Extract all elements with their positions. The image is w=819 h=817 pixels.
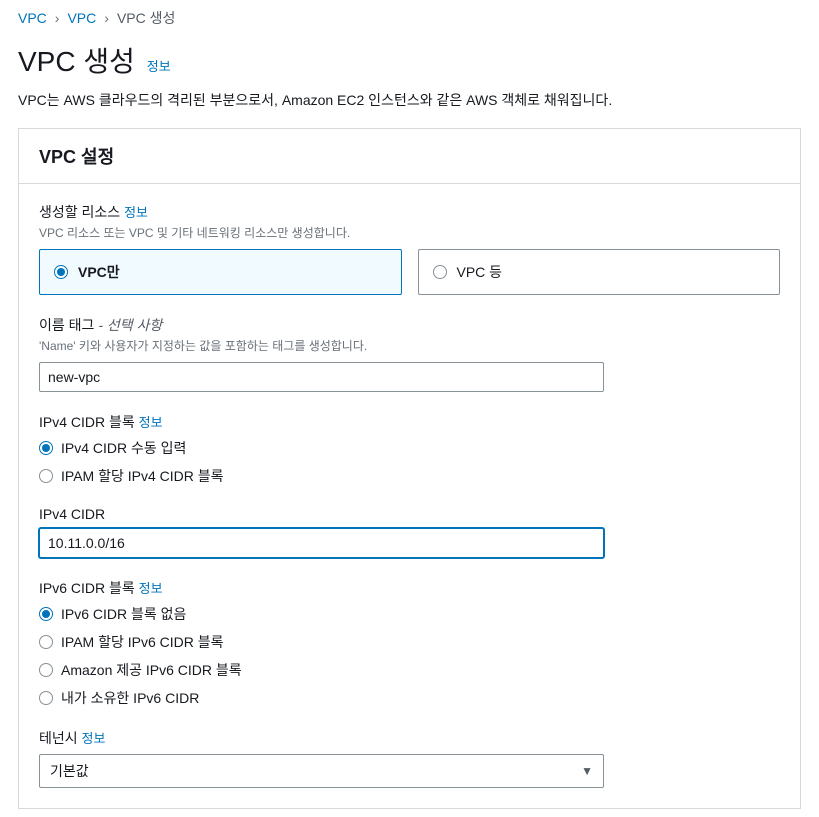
- tile-label: VPC만: [78, 262, 120, 282]
- ipv4-cidr-group: IPv4 CIDR: [39, 506, 780, 558]
- resources-group: 생성할 리소스 정보 VPC 리소스 또는 VPC 및 기타 네트워킹 리소스만…: [39, 202, 780, 295]
- resources-tile-group: VPC만 VPC 등: [39, 249, 780, 295]
- tile-label: VPC 등: [457, 262, 503, 282]
- name-tag-label: 이름 태그 - 선택 사항: [39, 315, 162, 335]
- radio-icon: [39, 663, 53, 677]
- tenancy-group: 테넌시 정보 기본값 ▼: [39, 728, 780, 788]
- radio-label: Amazon 제공 IPv6 CIDR 블록: [61, 660, 242, 680]
- radio-icon: [39, 441, 53, 455]
- breadcrumb-current: VPC 생성: [117, 8, 175, 28]
- radio-ipv6-ipam[interactable]: IPAM 할당 IPv6 CIDR 블록: [39, 632, 780, 652]
- tenancy-select[interactable]: 기본값 ▼: [39, 754, 604, 788]
- radio-icon: [39, 635, 53, 649]
- radio-label: 내가 소유한 IPv6 CIDR: [61, 688, 199, 708]
- ipv4-cidr-label: IPv4 CIDR: [39, 506, 105, 522]
- tile-vpc-only[interactable]: VPC만: [39, 249, 402, 295]
- radio-label: IPAM 할당 IPv6 CIDR 블록: [61, 632, 224, 652]
- page-description: VPC는 AWS 클라우드의 격리된 부분으로서, Amazon EC2 인스턴…: [18, 90, 801, 110]
- tenancy-info-link[interactable]: 정보: [82, 731, 106, 746]
- name-tag-label-text: 이름 태그: [39, 317, 98, 333]
- tenancy-label: 테넌시: [39, 728, 78, 748]
- ipv6-block-info-link[interactable]: 정보: [139, 581, 163, 596]
- radio-label: IPv6 CIDR 블록 없음: [61, 604, 186, 624]
- tenancy-value: 기본값: [50, 761, 89, 781]
- radio-ipv4-manual[interactable]: IPv4 CIDR 수동 입력: [39, 438, 780, 458]
- ipv4-block-label: IPv4 CIDR 블록: [39, 412, 135, 432]
- chevron-right-icon: ›: [104, 10, 109, 26]
- breadcrumb: VPC › VPC › VPC 생성: [18, 8, 801, 28]
- radio-label: IPAM 할당 IPv4 CIDR 블록: [61, 466, 224, 486]
- name-tag-hint: 'Name' 키와 사용자가 지정하는 값을 포함하는 태그를 생성합니다.: [39, 337, 780, 354]
- ipv4-cidr-input[interactable]: [39, 528, 604, 558]
- name-tag-optional: - 선택 사항: [98, 317, 162, 333]
- ipv4-block-group: IPv4 CIDR 블록 정보 IPv4 CIDR 수동 입력 IPAM 할당 …: [39, 412, 780, 486]
- ipv6-block-radio-list: IPv6 CIDR 블록 없음 IPAM 할당 IPv6 CIDR 블록 Ama…: [39, 604, 780, 708]
- name-tag-input[interactable]: [39, 362, 604, 392]
- caret-down-icon: ▼: [581, 764, 593, 778]
- resources-label: 생성할 리소스: [39, 202, 120, 222]
- page-title: VPC 생성: [18, 40, 135, 80]
- radio-icon: [54, 265, 68, 279]
- page-title-info-link[interactable]: 정보: [147, 59, 171, 74]
- radio-ipv6-amazon[interactable]: Amazon 제공 IPv6 CIDR 블록: [39, 660, 780, 680]
- radio-icon: [39, 607, 53, 621]
- ipv6-block-label: IPv6 CIDR 블록: [39, 578, 135, 598]
- name-tag-group: 이름 태그 - 선택 사항 'Name' 키와 사용자가 지정하는 값을 포함하…: [39, 315, 780, 392]
- panel-title: VPC 설정: [19, 129, 800, 184]
- radio-icon: [433, 265, 447, 279]
- vpc-settings-panel: VPC 설정 생성할 리소스 정보 VPC 리소스 또는 VPC 및 기타 네트…: [18, 128, 801, 809]
- breadcrumb-link-vpc-0[interactable]: VPC: [18, 10, 47, 26]
- radio-ipv4-ipam[interactable]: IPAM 할당 IPv4 CIDR 블록: [39, 466, 780, 486]
- tile-vpc-and-more[interactable]: VPC 등: [418, 249, 781, 295]
- ipv6-block-group: IPv6 CIDR 블록 정보 IPv6 CIDR 블록 없음 IPAM 할당 …: [39, 578, 780, 708]
- radio-icon: [39, 691, 53, 705]
- radio-ipv6-own[interactable]: 내가 소유한 IPv6 CIDR: [39, 688, 780, 708]
- radio-icon: [39, 469, 53, 483]
- ipv4-block-radio-list: IPv4 CIDR 수동 입력 IPAM 할당 IPv4 CIDR 블록: [39, 438, 780, 486]
- resources-info-link[interactable]: 정보: [124, 205, 148, 220]
- radio-label: IPv4 CIDR 수동 입력: [61, 438, 186, 458]
- chevron-right-icon: ›: [55, 10, 60, 26]
- resources-hint: VPC 리소스 또는 VPC 및 기타 네트워킹 리소스만 생성합니다.: [39, 224, 780, 241]
- radio-ipv6-none[interactable]: IPv6 CIDR 블록 없음: [39, 604, 780, 624]
- ipv4-block-info-link[interactable]: 정보: [139, 415, 163, 430]
- breadcrumb-link-vpc-1[interactable]: VPC: [67, 10, 96, 26]
